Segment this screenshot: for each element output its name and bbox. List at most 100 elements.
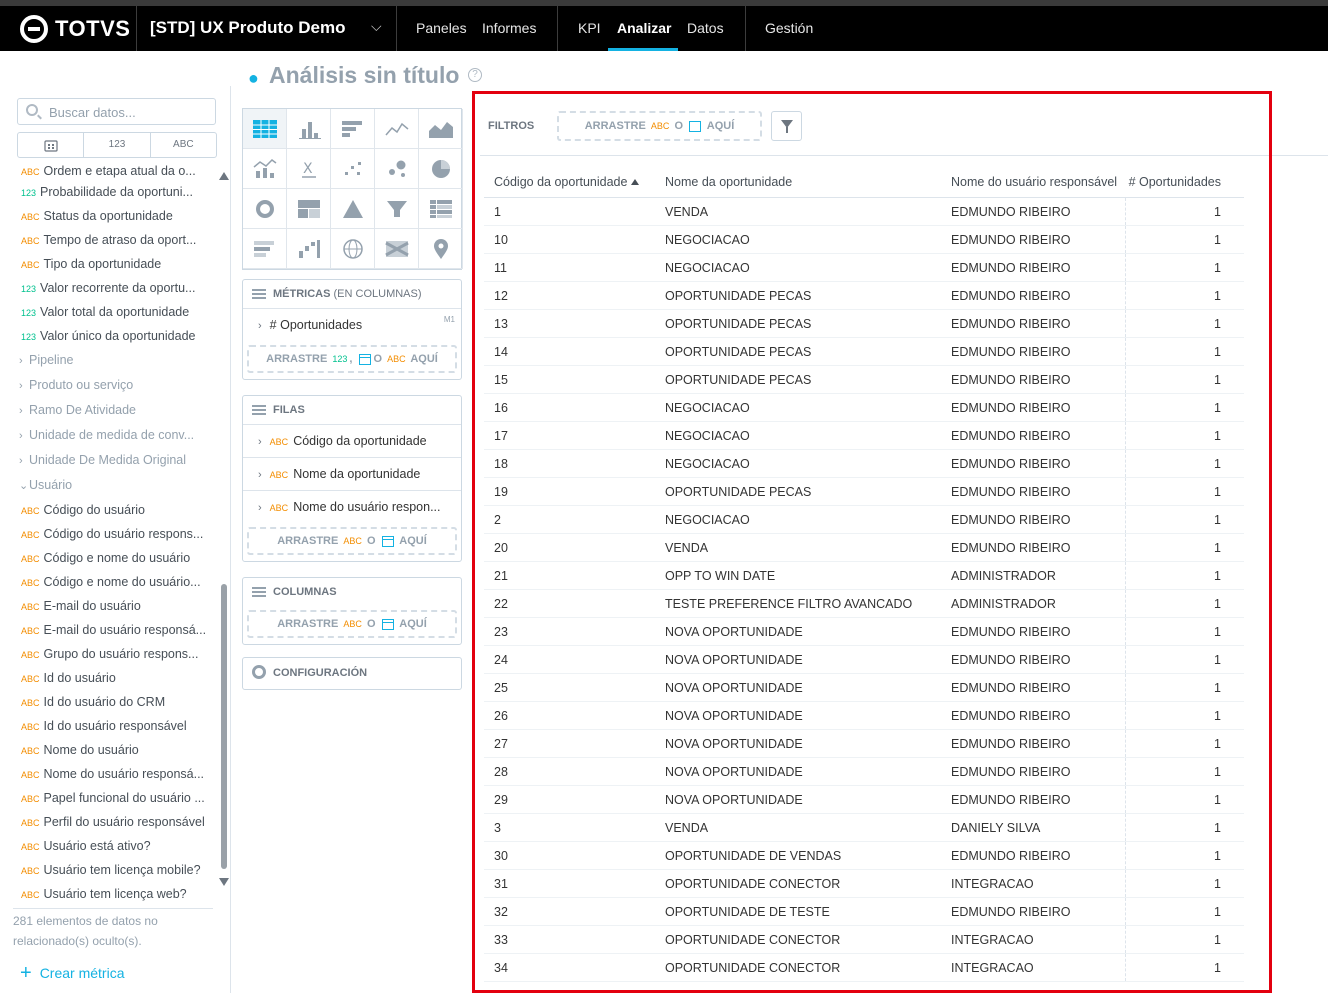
- table-row[interactable]: 16 NEGOCIACAO EDMUNDO RIBEIRO 1: [484, 394, 1244, 422]
- catalog-folder[interactable]: › Unidade de medida de conv...: [2, 423, 217, 448]
- columns-drop-zone[interactable]: ARRASTRE ABC O AQUÍ: [247, 610, 457, 638]
- catalog-item[interactable]: ABC Código e nome do usuário: [2, 546, 217, 570]
- combo-chart-viz-icon[interactable]: [243, 149, 287, 189]
- nav-datos[interactable]: Datos: [687, 20, 724, 36]
- catalog-item[interactable]: ABC Tipo da oportunidade: [2, 252, 217, 276]
- column-header-codigo[interactable]: Código da oportunidade: [484, 168, 653, 197]
- nav-gestion[interactable]: Gestión: [765, 20, 813, 36]
- scatter-viz-icon[interactable]: [331, 149, 375, 189]
- metric-item[interactable]: › # Oportunidades M1: [243, 308, 461, 341]
- catalog-item[interactable]: ABC Código e nome do usuário...: [2, 570, 217, 594]
- search-input[interactable]: Buscar datos...: [17, 98, 216, 125]
- table-row[interactable]: 27 NOVA OPORTUNIDADE EDMUNDO RIBEIRO 1: [484, 730, 1244, 758]
- catalog-item[interactable]: ABC Status da oportunidade: [2, 204, 217, 228]
- rows-drop-zone[interactable]: ARRASTRE ABC O AQUÍ: [247, 527, 457, 555]
- catalog-item[interactable]: 123 Probabilidade da oportuni...: [2, 180, 217, 204]
- table-row[interactable]: 22 TESTE PREFERENCE FILTRO AVANCADO ADMINI…: [484, 590, 1244, 618]
- table-row[interactable]: 13 OPORTUNIDADE PECAS EDMUNDO RIBEIRO 1: [484, 310, 1244, 338]
- table-row[interactable]: 21 OPP TO WIN DATE ADMINISTRADOR 1: [484, 562, 1244, 590]
- totvs-logo[interactable]: TOTVS: [20, 14, 130, 44]
- table-row[interactable]: 23 NOVA OPORTUNIDADE EDMUNDO RIBEIRO 1: [484, 618, 1244, 646]
- table-row[interactable]: 17 NEGOCIACAO EDMUNDO RIBEIRO 1: [484, 422, 1244, 450]
- chevron-right-icon[interactable]: ›: [258, 436, 262, 448]
- catalog-item[interactable]: ABC Grupo do usuário respons...: [2, 642, 217, 666]
- table-row[interactable]: 12 OPORTUNIDADE PECAS EDMUNDO RIBEIRO 1: [484, 282, 1244, 310]
- catalog-item[interactable]: ABC Ordem e etapa atual da o...: [2, 162, 217, 180]
- page-title[interactable]: Análisis sin título: [269, 62, 459, 89]
- nav-paneles[interactable]: Paneles: [416, 20, 467, 36]
- table-row[interactable]: 34 OPORTUNIDADE CONECTOR INTEGRACAO 1: [484, 954, 1244, 982]
- nav-informes[interactable]: Informes: [482, 20, 536, 36]
- scroll-thumb[interactable]: [221, 584, 227, 869]
- scroll-down-arrow-icon[interactable]: [219, 878, 229, 886]
- scroll-up-arrow-icon[interactable]: [219, 172, 229, 180]
- row-item[interactable]: › ABC Código da oportunidade: [243, 424, 461, 457]
- map-pin-viz-icon[interactable]: [419, 229, 463, 269]
- settings-bucket[interactable]: CONFIGURACIÓN: [242, 657, 462, 690]
- line-chart-viz-icon[interactable]: [375, 109, 419, 149]
- chevron-right-icon[interactable]: ›: [258, 320, 262, 332]
- table-row[interactable]: 33 OPORTUNIDADE CONECTOR INTEGRACAO 1: [484, 926, 1244, 954]
- filter-drop-zone[interactable]: ARRASTRE ABC O AQUÍ: [557, 111, 762, 141]
- pyramid-viz-icon[interactable]: [331, 189, 375, 229]
- catalog-item[interactable]: ABC Id do usuário: [2, 666, 217, 690]
- table-row[interactable]: 11 NEGOCIACAO EDMUNDO RIBEIRO 1: [484, 254, 1244, 282]
- table-row[interactable]: 3 VENDA DANIELY SILVA 1: [484, 814, 1244, 842]
- chevron-right-icon[interactable]: ›: [258, 469, 262, 481]
- catalog-item[interactable]: ABC Usuário tem licença mobile?: [2, 858, 217, 882]
- table-row[interactable]: 24 NOVA OPORTUNIDADE EDMUNDO RIBEIRO 1: [484, 646, 1244, 674]
- globe-viz-icon[interactable]: [331, 229, 375, 269]
- help-icon[interactable]: ?: [468, 68, 482, 82]
- project-selector[interactable]: [STD] UX Produto Demo: [150, 18, 346, 38]
- catalog-item[interactable]: ABC Nome do usuário: [2, 738, 217, 762]
- table-row[interactable]: 10 NEGOCIACAO EDMUNDO RIBEIRO 1: [484, 226, 1244, 254]
- catalog-folder[interactable]: › Pipeline: [2, 348, 217, 373]
- waterfall-viz-icon[interactable]: [287, 229, 331, 269]
- catalog-item[interactable]: ABC Perfil do usuário responsável: [2, 810, 217, 834]
- catalog-item[interactable]: ABC Id do usuário do CRM: [2, 690, 217, 714]
- table-row[interactable]: 20 VENDA EDMUNDO RIBEIRO 1: [484, 534, 1244, 562]
- column-header-nome[interactable]: Nome da oportunidade: [653, 168, 939, 197]
- row-item[interactable]: › ABC Nome do usuário respon...: [243, 490, 461, 523]
- table-row[interactable]: 1 VENDA EDMUNDO RIBEIRO 1: [484, 198, 1244, 226]
- chevron-right-icon[interactable]: ›: [258, 502, 262, 514]
- settings-header[interactable]: CONFIGURACIÓN: [243, 658, 461, 686]
- table-row[interactable]: 28 NOVA OPORTUNIDADE EDMUNDO RIBEIRO 1: [484, 758, 1244, 786]
- table-row[interactable]: 19 OPORTUNIDADE PECAS EDMUNDO RIBEIRO 1: [484, 478, 1244, 506]
- numeric-filter-tab[interactable]: 123: [84, 133, 151, 157]
- chevron-down-icon[interactable]: ⌵: [371, 18, 382, 35]
- table-row[interactable]: 25 NOVA OPORTUNIDADE EDMUNDO RIBEIRO 1: [484, 674, 1244, 702]
- funnel-viz-icon[interactable]: [375, 189, 419, 229]
- table-row[interactable]: 31 OPORTUNIDADE CONECTOR INTEGRACAO 1: [484, 870, 1244, 898]
- catalog-item[interactable]: ABC Código do usuário: [2, 498, 217, 522]
- catalog-item[interactable]: ABC E-mail do usuário responsá...: [2, 618, 217, 642]
- headline-viz-icon[interactable]: X: [287, 149, 331, 189]
- catalog-item[interactable]: 123 Valor total da oportunidade: [2, 300, 217, 324]
- catalog-item[interactable]: ABC Nome do usuário responsá...: [2, 762, 217, 786]
- date-filter-tab[interactable]: [18, 133, 85, 157]
- table-row[interactable]: 29 NOVA OPORTUNIDADE EDMUNDO RIBEIRO 1: [484, 786, 1244, 814]
- catalog-folder-open[interactable]: ⌄Usuário: [2, 473, 217, 498]
- catalog-item[interactable]: ABC E-mail do usuário: [2, 594, 217, 618]
- table-row[interactable]: 26 NOVA OPORTUNIDADE EDMUNDO RIBEIRO 1: [484, 702, 1244, 730]
- catalog-item[interactable]: 123 Valor único da oportunidade: [2, 324, 217, 348]
- table-viz-icon[interactable]: [243, 109, 287, 149]
- catalog-scrollbar[interactable]: [219, 172, 229, 887]
- sankey-viz-icon[interactable]: [375, 229, 419, 269]
- measure-filter-button[interactable]: [771, 111, 802, 141]
- catalog-item[interactable]: ABC Id do usuário responsável: [2, 714, 217, 738]
- sort-ascending-icon[interactable]: [631, 179, 640, 185]
- donut-viz-icon[interactable]: [243, 189, 287, 229]
- table-row[interactable]: 15 OPORTUNIDADE PECAS EDMUNDO RIBEIRO 1: [484, 366, 1244, 394]
- nav-analizar[interactable]: Analizar: [617, 20, 671, 36]
- catalog-folder[interactable]: › Unidade De Medida Original: [2, 448, 217, 473]
- column-header-oportunidades[interactable]: # Oportunidades: [1125, 168, 1231, 197]
- table-row[interactable]: 2 NEGOCIACAO EDMUNDO RIBEIRO 1: [484, 506, 1244, 534]
- bullet-viz-icon[interactable]: [243, 229, 287, 269]
- treemap-viz-icon[interactable]: [287, 189, 331, 229]
- create-metric-button[interactable]: + Crear métrica: [20, 963, 124, 983]
- catalog-item[interactable]: ABC Usuário tem licença web?: [2, 882, 217, 902]
- catalog-folder[interactable]: › Produto ou serviço: [2, 373, 217, 398]
- text-filter-tab[interactable]: ABC: [151, 133, 216, 157]
- column-chart-viz-icon[interactable]: [287, 109, 331, 149]
